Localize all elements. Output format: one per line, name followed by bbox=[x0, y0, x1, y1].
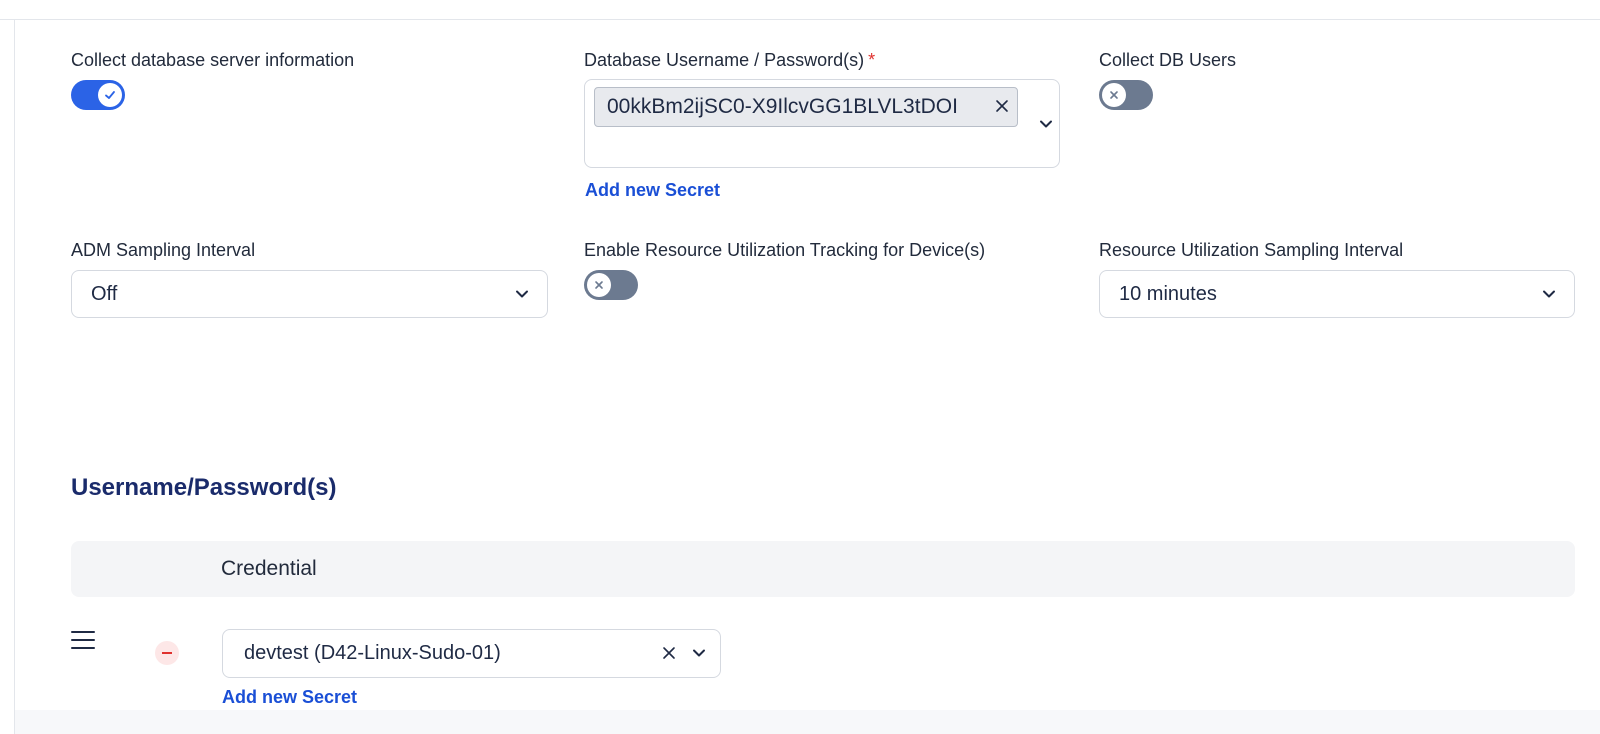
credential-select-value: devtest (D42-Linux-Sudo-01) bbox=[244, 642, 501, 664]
resource-tracking-toggle[interactable] bbox=[584, 270, 638, 300]
collect-db-info-toggle[interactable] bbox=[71, 80, 125, 110]
remove-tag-close-icon[interactable] bbox=[995, 99, 1009, 113]
credential-select[interactable]: devtest (D42-Linux-Sudo-01) bbox=[222, 629, 721, 678]
db-credentials-label-text: Database Username / Password(s) bbox=[584, 50, 865, 70]
selected-credential-tag: 00kkBm2ijSC0-X9IlcvGG1BLVL3tDOI bbox=[594, 87, 1018, 127]
adm-sampling-interval-value: Off bbox=[91, 283, 118, 305]
column-header-credential: Credential bbox=[221, 557, 317, 580]
adm-sampling-interval-select[interactable]: Off bbox=[71, 270, 548, 318]
collect-db-users-toggle[interactable] bbox=[1099, 80, 1153, 110]
resource-sampling-interval-value: 10 minutes bbox=[1119, 283, 1217, 305]
required-mark: * bbox=[868, 50, 876, 70]
left-panel-border bbox=[14, 20, 15, 734]
db-credentials-label: Database Username / Password(s) * bbox=[584, 50, 875, 71]
chevron-down-icon bbox=[1542, 287, 1556, 301]
collect-db-users-label: Collect DB Users bbox=[1099, 50, 1237, 70]
close-icon bbox=[587, 273, 611, 297]
collect-db-info-label: Collect database server information bbox=[71, 50, 355, 70]
drag-handle-icon[interactable] bbox=[71, 629, 95, 651]
row-add-new-secret-link[interactable]: Add new Secret bbox=[222, 687, 357, 708]
close-icon bbox=[1102, 83, 1126, 107]
chevron-down-icon[interactable] bbox=[1039, 117, 1053, 131]
bottom-shade bbox=[15, 710, 1600, 734]
credentials-table-header: Credential bbox=[71, 541, 1575, 597]
resource-sampling-interval-select[interactable]: 10 minutes bbox=[1099, 270, 1575, 318]
adm-sampling-interval-label: ADM Sampling Interval bbox=[71, 240, 256, 260]
chevron-down-icon[interactable] bbox=[692, 646, 706, 660]
selected-credential-text: 00kkBm2ijSC0-X9IlcvGG1BLVL3tDOI bbox=[607, 95, 958, 118]
resource-tracking-label: Enable Resource Utilization Tracking for… bbox=[584, 240, 986, 260]
check-icon bbox=[98, 83, 122, 107]
remove-row-button[interactable] bbox=[155, 641, 179, 665]
resource-sampling-interval-label: Resource Utilization Sampling Interval bbox=[1099, 240, 1404, 260]
section-title: Username/Password(s) bbox=[71, 474, 337, 501]
chevron-down-icon bbox=[515, 287, 529, 301]
clear-selection-close-icon[interactable] bbox=[662, 646, 676, 660]
minus-icon bbox=[162, 652, 172, 654]
db-add-new-secret-link[interactable]: Add new Secret bbox=[585, 180, 720, 201]
top-bar-border bbox=[0, 0, 1600, 20]
db-credentials-multiselect[interactable]: 00kkBm2ijSC0-X9IlcvGG1BLVL3tDOI bbox=[584, 79, 1060, 168]
